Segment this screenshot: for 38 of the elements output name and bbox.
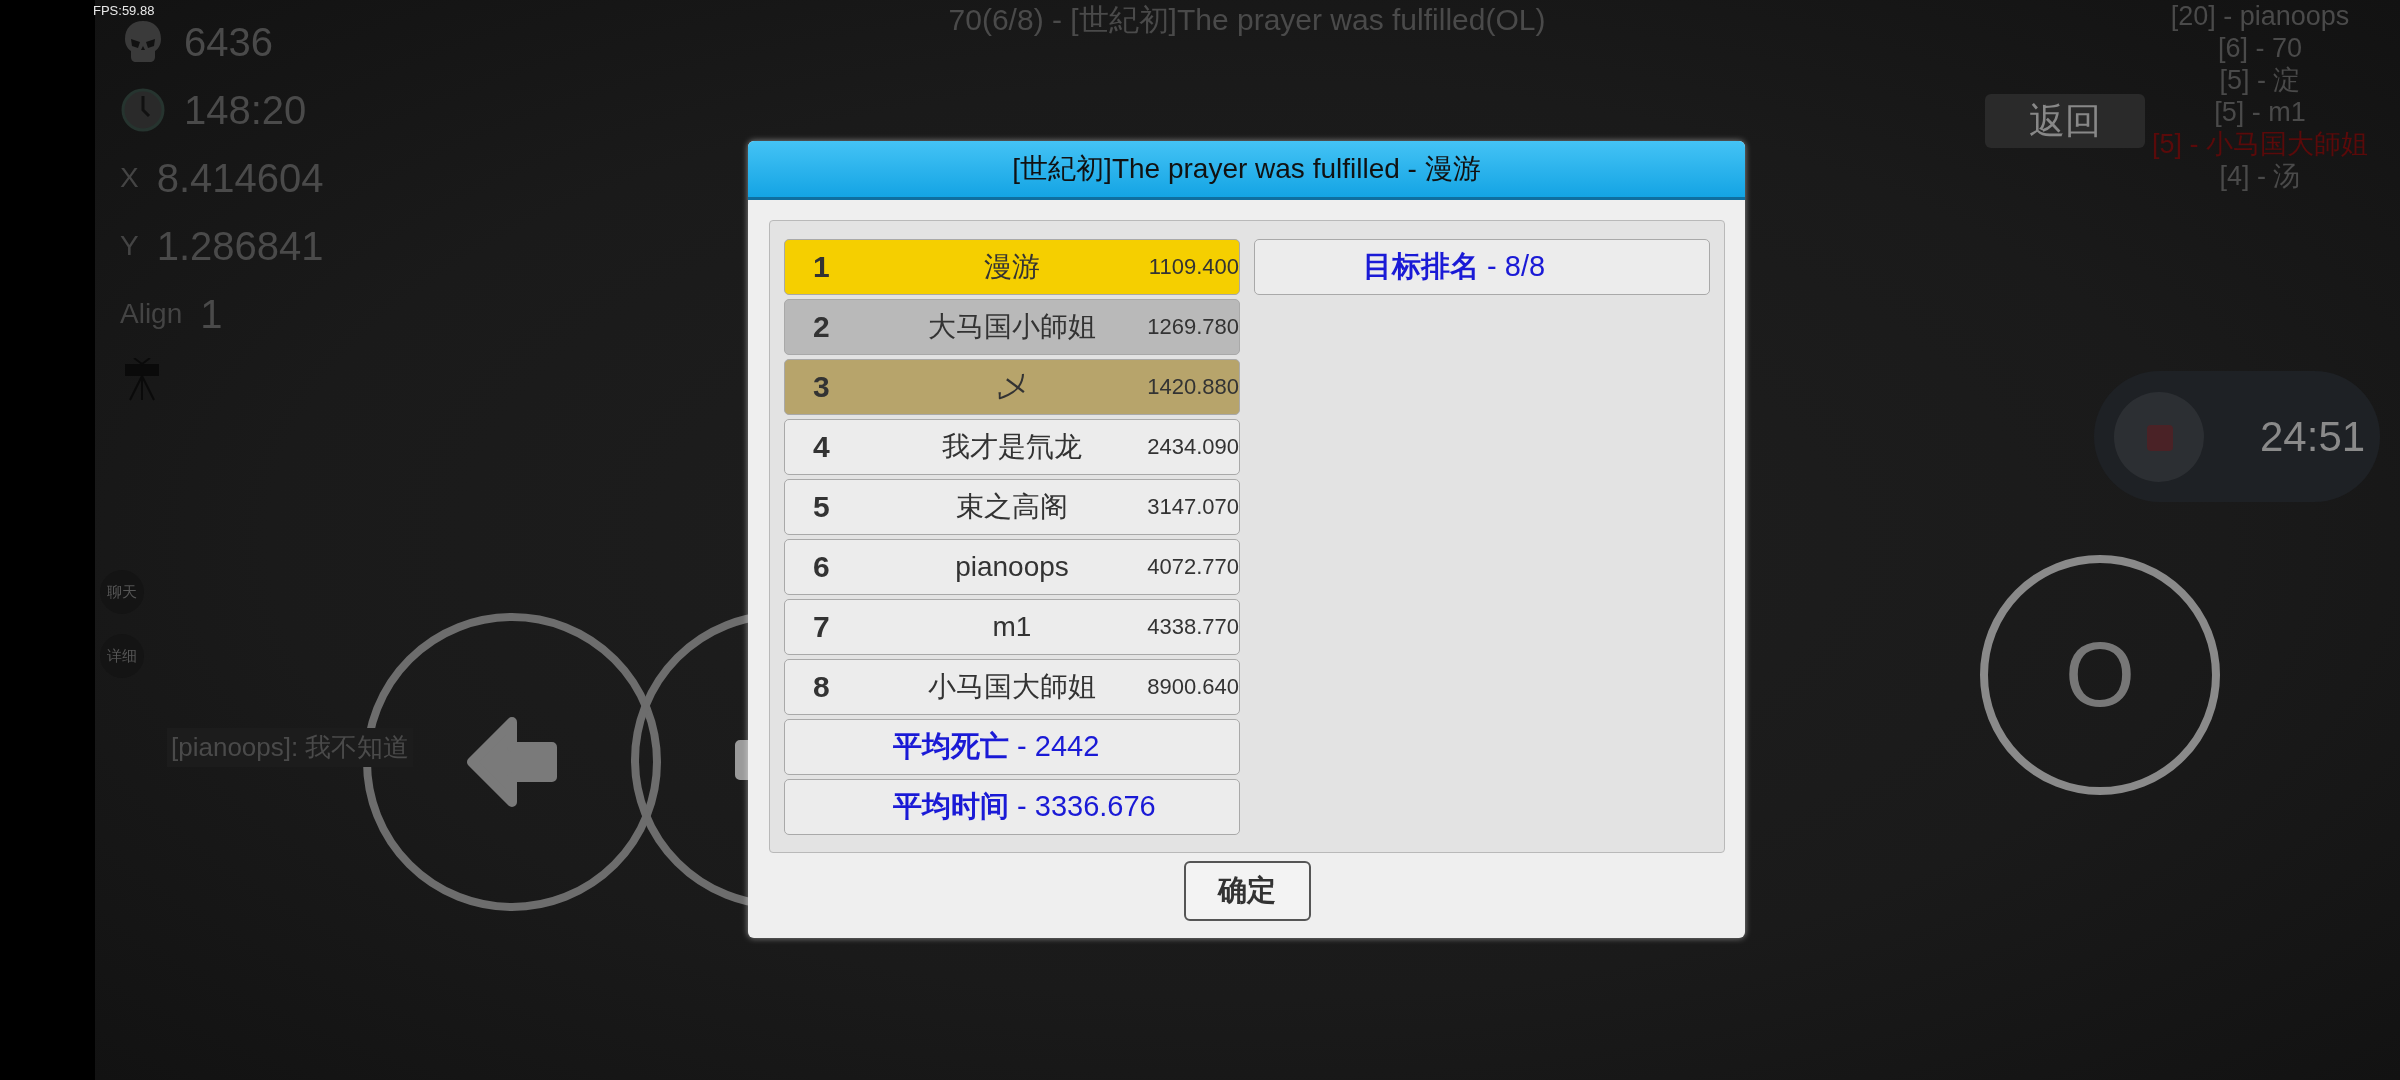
stat-text: 平均时间 - 3336.676 [893, 789, 1156, 824]
ok-button[interactable]: 确定 [1183, 861, 1311, 921]
rank-number: 7 [812, 610, 831, 644]
action-button[interactable]: O [1980, 555, 2220, 795]
player-time: 1109.400 [1147, 254, 1239, 280]
recording-pill[interactable]: 24:51 [2094, 371, 2380, 502]
player-time: 4072.770 [1146, 554, 1239, 580]
player-name: 大马国小師姐 [927, 310, 1097, 344]
rank-number: 1 [812, 250, 831, 284]
player-name: m1 [991, 611, 1033, 643]
clock-icon [120, 88, 166, 132]
player-name: 束之高阁 [955, 490, 1069, 524]
side-button[interactable]: 聊天 [100, 570, 144, 614]
rank-number: 6 [812, 550, 831, 584]
player-name: 乄 [997, 370, 1027, 404]
rank-number: 8 [812, 670, 831, 704]
player-name: 漫游 [983, 250, 1041, 284]
rank-number: 5 [812, 490, 831, 524]
player-name: 小马国大師姐 [927, 670, 1097, 704]
back-button[interactable]: 返回 [1985, 94, 2145, 148]
player-name: 我才是氘龙 [941, 430, 1083, 464]
player-time: 3147.070 [1146, 494, 1239, 520]
player-entry: [5] - 小马国大師姐 [2152, 128, 2368, 160]
recording-time: 24:51 [2260, 412, 2366, 461]
stat-text: 平均死亡 - 2442 [893, 729, 1100, 764]
player-time: 8900.640 [1146, 674, 1239, 700]
fps-counter: FPS:59.88 [93, 3, 155, 18]
side-button[interactable]: 详细 [100, 634, 144, 678]
player-time: 1269.780 [1146, 314, 1239, 340]
player-time: 2434.090 [1146, 434, 1239, 460]
rank-number: 3 [812, 370, 831, 404]
player-time: 1420.880 [1146, 374, 1239, 400]
dialog-title: [世紀初]The prayer was fulfilled - 漫游 [748, 141, 1745, 200]
player-time: 4338.770 [1146, 614, 1239, 640]
rank-number: 4 [812, 430, 831, 464]
target-rank-text: 目标排名 - 8/8 [1363, 249, 1546, 284]
player-name: pianoops [954, 551, 1070, 583]
rank-number: 2 [812, 310, 831, 344]
